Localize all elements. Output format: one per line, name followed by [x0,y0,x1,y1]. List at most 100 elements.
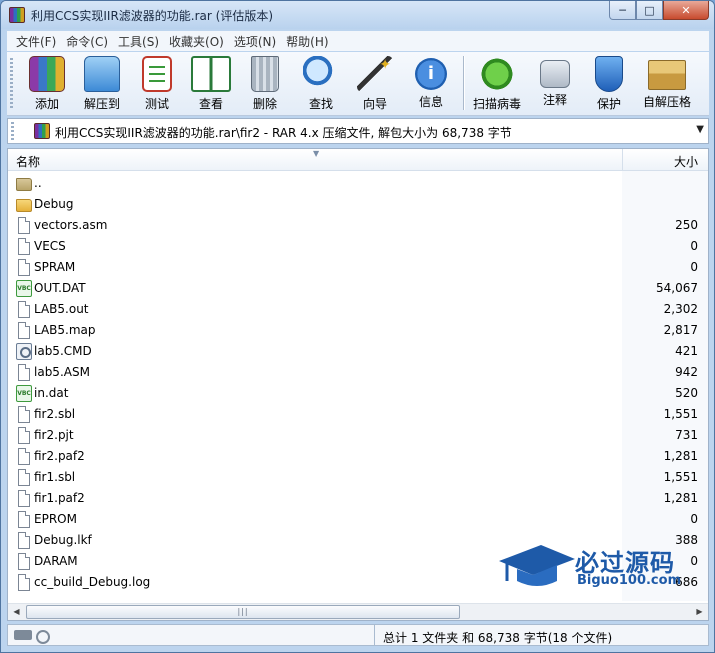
scroll-left-icon[interactable]: ◀ [8,604,25,620]
wizard-icon: ✦ [357,56,393,92]
virus-scan-label: 扫描病毒 [472,97,521,111]
protect-button[interactable]: 保护 [587,54,631,112]
test-icon [142,56,172,92]
sort-arrow-icon: ▼ [313,149,320,158]
title-bar[interactable]: 利用CCS实现IIR滤波器的功能.rar (评估版本) ─ □ ✕ [1,1,714,29]
status-bar: 总计 1 文件夹 和 68,738 字节(18 个文件) [7,624,709,646]
info-button[interactable]: i 信息 [409,54,453,112]
scroll-right-icon[interactable]: ▶ [691,604,708,620]
sfx-button[interactable]: 自解压格 [639,54,695,112]
file-row[interactable]: EPROM 0 [8,509,708,530]
data-file-icon: VBC [16,385,32,402]
extract-to-button[interactable]: 解压到 [77,54,127,112]
file-row[interactable]: LAB5.out 2,302 [8,299,708,320]
address-bar[interactable]: 利用CCS实现IIR滤波器的功能.rar\fir2 - RAR 4.x 压缩文件… [7,118,709,144]
comment-label: 注释 [542,93,567,107]
file-size: 421 [675,344,698,358]
file-size: 520 [675,386,698,400]
file-icon [18,364,30,381]
column-header-size[interactable]: 大小 [674,153,698,170]
file-name: OUT.DAT [34,281,86,295]
extract-to-label: 解压到 [83,97,120,111]
file-name: lab5.CMD [34,344,92,358]
comment-button[interactable]: 注释 [533,54,577,112]
find-label: 查找 [308,97,333,111]
menu-file[interactable]: 文件(F) [11,33,61,50]
graduation-cap-icon [499,545,575,586]
menu-commands[interactable]: 命令(C) [61,33,113,50]
file-row[interactable]: Debug [8,194,708,215]
find-button[interactable]: 查找 [299,54,343,112]
virus-scan-button[interactable]: 扫描病毒 [469,54,525,112]
menu-options[interactable]: 选项(N) [229,33,281,50]
file-name: fir2.pjt [34,428,74,442]
maximize-button[interactable]: □ [636,1,663,20]
horizontal-scrollbar[interactable]: ◀ ||| ▶ [8,603,708,620]
archive-icon [34,123,50,139]
extract-to-icon [84,56,120,92]
file-icon [18,406,30,423]
view-button[interactable]: 查看 [189,54,233,112]
file-name: fir2.sbl [34,407,76,421]
file-icon [18,259,30,276]
menu-help[interactable]: 帮助(H) [281,33,333,50]
menu-favorites[interactable]: 收藏夹(O) [164,33,229,50]
file-row[interactable]: .. [8,173,708,194]
file-name: vectors.asm [34,218,108,232]
file-row[interactable]: lab5.CMD 421 [8,341,708,362]
folder-icon [16,178,32,191]
wizard-label: 向导 [362,97,387,111]
info-label: 信息 [418,95,443,109]
file-row[interactable]: VECS 0 [8,236,708,257]
test-button[interactable]: 测试 [135,54,179,112]
file-row[interactable]: fir1.paf2 1,281 [8,488,708,509]
file-row[interactable]: fir2.sbl 1,551 [8,404,708,425]
file-size: 2,817 [663,323,698,337]
file-row[interactable]: lab5.ASM 942 [8,362,708,383]
file-name: Debug.lkf [34,533,92,547]
close-button[interactable]: ✕ [663,1,709,20]
file-size: 0 [690,239,698,253]
file-name: cc_build_Debug.log [34,575,151,589]
delete-button[interactable]: 删除 [243,54,287,112]
wizard-button[interactable]: ✦ 向导 [353,54,397,112]
file-size: 250 [675,218,698,232]
add-archive-icon [29,56,65,92]
file-name: fir1.sbl [34,470,76,484]
column-divider[interactable] [622,149,623,171]
toolbar: 添加 解压到 测试 查看 删除 查找 ✦ 向导 i 信息 扫描病毒 注释 保护 … [7,52,709,116]
file-row[interactable]: LAB5.map 2,817 [8,320,708,341]
find-icon [303,56,339,92]
file-name: in.dat [34,386,69,400]
menu-tools[interactable]: 工具(S) [113,33,164,50]
file-row[interactable]: VBC in.dat 520 [8,383,708,404]
add-button[interactable]: 添加 [25,54,69,112]
column-header-name[interactable]: 名称 [16,153,40,170]
file-row[interactable]: fir1.sbl 1,551 [8,467,708,488]
file-size: 0 [690,260,698,274]
file-icon [18,238,30,255]
file-size: 2,302 [663,302,698,316]
file-row[interactable]: fir2.pjt 731 [8,425,708,446]
add-label: 添加 [34,97,59,111]
comment-icon [540,60,570,88]
delete-icon [251,56,279,92]
toolbar-grip[interactable] [10,58,13,110]
file-icon [18,448,30,465]
file-icon [18,490,30,507]
file-size: 1,551 [663,470,698,484]
protect-icon [595,56,623,92]
toolbar-separator [463,56,464,110]
file-icon [18,469,30,486]
lock-key-icon[interactable] [14,630,50,644]
file-row[interactable]: fir2.paf2 1,281 [8,446,708,467]
address-dropdown-icon[interactable]: ▼ [696,124,704,135]
file-row[interactable]: SPRAM 0 [8,257,708,278]
scroll-thumb[interactable]: ||| [26,605,460,619]
file-row[interactable]: vectors.asm 250 [8,215,708,236]
minimize-button[interactable]: ─ [609,1,636,20]
file-name: fir2.paf2 [34,449,85,463]
file-name: .. [34,176,42,190]
file-size: 54,067 [656,281,698,295]
file-row[interactable]: VBC OUT.DAT 54,067 [8,278,708,299]
